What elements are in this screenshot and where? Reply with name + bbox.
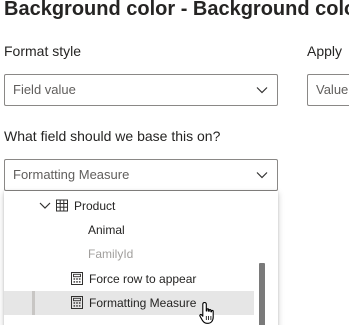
list-item-familyid: FamilyId bbox=[4, 242, 260, 266]
base-field-value: Formatting Measure bbox=[13, 167, 130, 182]
apply-to-value: Value bbox=[316, 82, 349, 97]
table-name: Product bbox=[74, 199, 116, 213]
chevron-down-icon bbox=[256, 87, 268, 94]
table-node-product[interactable]: Product bbox=[4, 194, 260, 218]
list-item-force-row-to-appear[interactable]: Force row to appear bbox=[4, 267, 260, 291]
calculator-icon bbox=[71, 296, 83, 309]
list-item-animal[interactable]: Animal bbox=[4, 218, 260, 242]
table-icon bbox=[56, 199, 68, 212]
field-picker-panel: Product Animal FamilyId Force row to app… bbox=[4, 191, 278, 325]
scrollbar-thumb[interactable] bbox=[259, 263, 265, 325]
chevron-down-icon bbox=[256, 172, 268, 179]
field-label: Animal bbox=[88, 223, 125, 237]
calculator-icon bbox=[71, 272, 83, 285]
chevron-down-icon[interactable] bbox=[39, 201, 51, 211]
field-label: FamilyId bbox=[88, 247, 134, 261]
apply-to-dropdown[interactable]: Value bbox=[307, 74, 349, 106]
hand-pointer-cursor-icon bbox=[199, 301, 214, 324]
format-style-value: Field value bbox=[13, 82, 76, 97]
base-field-dropdown[interactable]: Formatting Measure bbox=[4, 159, 278, 191]
format-style-dropdown[interactable]: Field value bbox=[4, 74, 278, 106]
base-field-label: What field should we base this on? bbox=[4, 128, 221, 144]
apply-to-label: Apply bbox=[307, 43, 343, 59]
conditional-formatting-dialog: Background color - Background color Form… bbox=[0, 0, 349, 325]
format-style-label: Format style bbox=[4, 43, 82, 59]
dialog-title: Background color - Background color bbox=[4, 0, 349, 20]
field-label: Force row to appear bbox=[89, 272, 197, 286]
field-label: Formatting Measure bbox=[89, 296, 197, 310]
